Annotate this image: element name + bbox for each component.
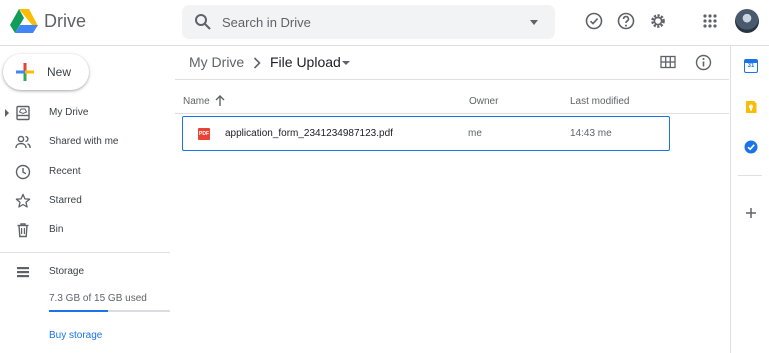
help-icon[interactable] xyxy=(616,11,636,31)
folder-menu-icon[interactable] xyxy=(342,61,350,65)
add-icon[interactable] xyxy=(744,206,758,220)
table-row[interactable]: PDF application_form_2341234987123.pdf m… xyxy=(182,116,670,151)
drive-logo-icon[interactable] xyxy=(10,8,38,34)
calendar-icon[interactable]: 31 xyxy=(744,59,758,73)
table-header-divider xyxy=(175,113,729,114)
pdf-file-icon: PDF xyxy=(198,128,210,140)
app-title[interactable]: Drive xyxy=(44,11,86,32)
sidebar-item-label: Bin xyxy=(49,224,64,235)
offline-ready-icon[interactable] xyxy=(584,11,604,31)
people-icon xyxy=(15,135,31,149)
storage-icon xyxy=(17,267,29,278)
sidebar-divider xyxy=(0,252,170,253)
breadcrumb-current-folder[interactable]: File Upload xyxy=(270,54,341,70)
sidebar-item-label: Shared with me xyxy=(49,136,119,147)
clock-icon xyxy=(15,164,31,180)
new-button[interactable]: New xyxy=(3,54,89,90)
keep-icon[interactable] xyxy=(744,100,758,114)
storage-bar xyxy=(49,310,170,312)
sidebar-item-recent[interactable]: Recent xyxy=(0,158,170,186)
avatar[interactable] xyxy=(735,9,759,33)
expand-icon[interactable] xyxy=(5,109,9,117)
info-icon[interactable] xyxy=(695,54,712,71)
breadcrumb-my-drive[interactable]: My Drive xyxy=(189,54,244,70)
star-icon xyxy=(15,193,31,208)
calendar-day: 31 xyxy=(747,63,755,69)
top-bar: Drive xyxy=(0,0,769,46)
apps-grid-icon[interactable] xyxy=(700,11,720,31)
chevron-right-icon xyxy=(253,57,261,69)
column-header-last-modified[interactable]: Last modified xyxy=(570,96,629,107)
sidebar-item-label: Starred xyxy=(49,195,82,206)
settings-icon[interactable] xyxy=(648,11,668,31)
tasks-icon[interactable] xyxy=(744,140,758,154)
file-name[interactable]: application_form_2341234987123.pdf xyxy=(225,128,393,139)
side-panel: 31 xyxy=(730,45,769,353)
plus-icon xyxy=(16,63,34,81)
sidebar-item-storage[interactable]: Storage xyxy=(0,258,170,286)
file-last-modified: 14:43 me xyxy=(570,128,612,139)
storage-bar-fill xyxy=(49,310,108,312)
search-bar[interactable] xyxy=(182,5,555,39)
file-owner: me xyxy=(468,128,482,139)
column-header-name[interactable]: Name xyxy=(183,96,210,107)
grid-view-icon[interactable] xyxy=(660,55,676,69)
main-divider xyxy=(175,79,729,80)
sort-ascending-icon[interactable] xyxy=(214,94,226,107)
new-button-label: New xyxy=(47,65,72,79)
sidebar-item-label: Recent xyxy=(49,166,81,177)
sidebar-item-shared[interactable]: Shared with me xyxy=(0,128,170,156)
side-panel-divider xyxy=(738,175,762,176)
sidebar-item-label: Storage xyxy=(49,266,85,277)
sidebar-item-my-drive[interactable]: My Drive xyxy=(0,99,170,127)
sidebar-item-label: My Drive xyxy=(49,107,89,118)
buy-storage-link[interactable]: Buy storage xyxy=(49,330,102,341)
sidebar-item-starred[interactable]: Starred xyxy=(0,187,170,215)
column-header-owner[interactable]: Owner xyxy=(469,96,498,107)
search-options-icon[interactable] xyxy=(530,20,538,25)
search-input[interactable] xyxy=(222,12,512,32)
trash-icon xyxy=(17,223,29,238)
search-icon[interactable] xyxy=(194,13,212,31)
sidebar-item-bin[interactable]: Bin xyxy=(0,216,170,244)
storage-usage-text: 7.3 GB of 15 GB used xyxy=(49,293,147,304)
my-drive-icon xyxy=(16,105,30,121)
